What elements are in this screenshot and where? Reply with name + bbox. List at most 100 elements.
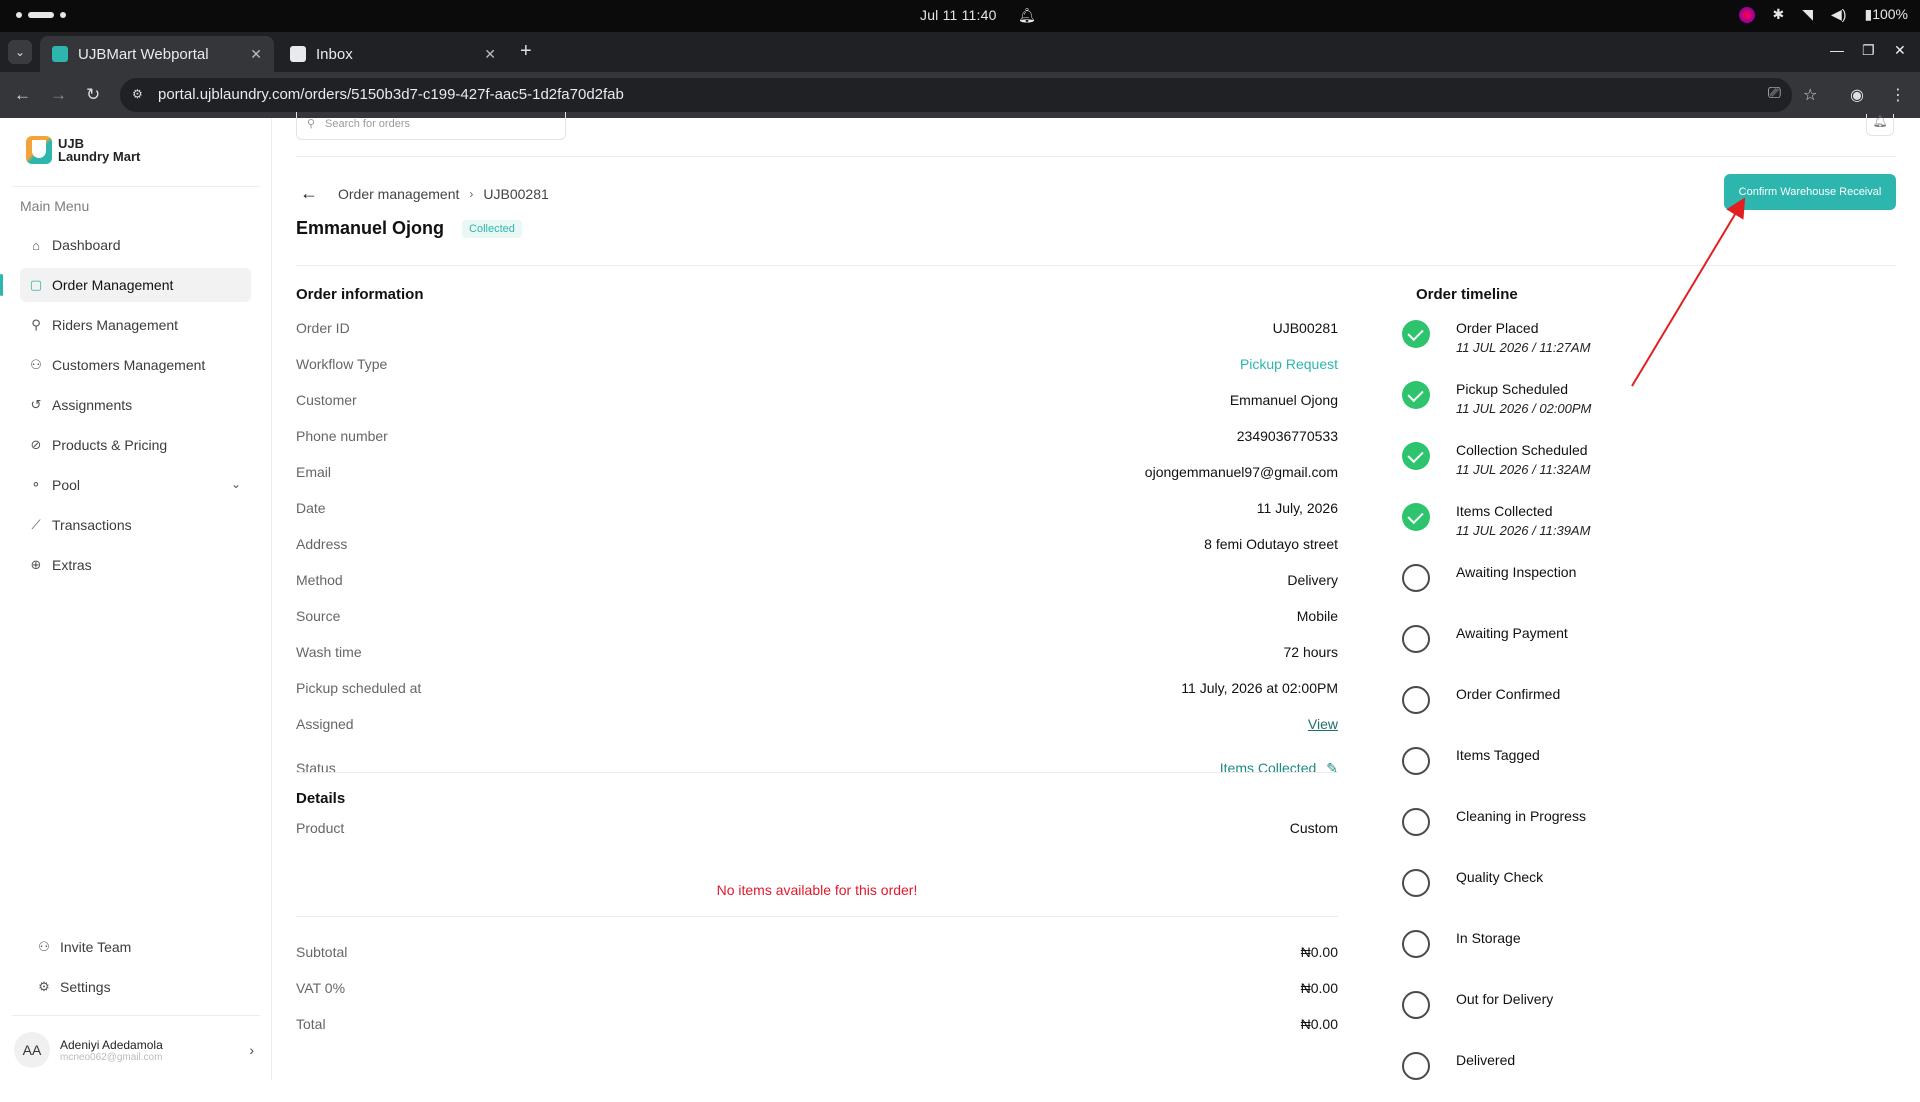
- row-value: 2349036770533: [1236, 428, 1338, 444]
- row-value: 72 hours: [1283, 644, 1338, 660]
- sidebar-item-order-management[interactable]: ▢ Order Management: [0, 268, 251, 302]
- sidebar-item-label: Order Management: [52, 277, 174, 293]
- notification-bell-icon[interactable]: 🔔︎: [1018, 7, 1036, 24]
- row-value: 11 July, 2026 at 02:00PM: [1181, 680, 1338, 696]
- back-arrow-icon[interactable]: ←: [300, 183, 318, 204]
- row-value: Pickup Request: [1239, 356, 1338, 372]
- status-badge: Collected: [462, 219, 522, 238]
- row-value: 11 July, 2026: [1256, 500, 1338, 516]
- maximize-icon[interactable]: ❐: [1862, 42, 1875, 59]
- site-info-icon[interactable]: ⚙: [132, 87, 148, 103]
- volume-icon[interactable]: ◀): [1831, 6, 1846, 23]
- users-icon: ⚇: [30, 357, 42, 372]
- profile-icon[interactable]: ◉: [1850, 85, 1864, 105]
- info-row-workflow-type: Workflow Type Pickup Request: [296, 356, 1338, 378]
- tab-search-button[interactable]: ⌄: [8, 40, 32, 64]
- menu-title: Main Menu: [20, 198, 90, 214]
- sidebar-item-settings[interactable]: ⚙ Settings: [28, 970, 248, 1004]
- timeline-step-label: Delivered: [1456, 1052, 1516, 1068]
- timeline-step-label: Quality Check: [1456, 869, 1544, 885]
- tab-ujbmart[interactable]: UJBMart Webportal ✕: [40, 36, 274, 72]
- empty-circle-icon: [1402, 564, 1430, 592]
- user-profile[interactable]: AA Adeniyi Adedamola mcneo062@gmail.com …: [14, 1030, 254, 1070]
- browser-menu-icon[interactable]: ⋮: [1890, 85, 1906, 105]
- breadcrumb-order-id: UJB00281: [483, 185, 549, 202]
- row-key: Wash time: [296, 644, 362, 660]
- divider: [296, 156, 1896, 157]
- battery-icon[interactable]: ▮100%: [1864, 6, 1908, 23]
- bookmark-star-icon[interactable]: ☆: [1803, 85, 1817, 105]
- info-row-customer: Customer Emmanuel Ojong: [296, 392, 1338, 414]
- info-row-order-id: Order ID UJB00281: [296, 320, 1338, 342]
- close-window-icon[interactable]: ✕: [1894, 42, 1906, 59]
- breadcrumb-order-management[interactable]: Order management: [338, 186, 459, 202]
- chevron-down-icon[interactable]: ⌄: [231, 477, 241, 491]
- app-indicator-icon[interactable]: [1738, 6, 1755, 23]
- browser-toolbar: ← → ↻ ⚙ portal.ujblaundry.com/orders/515…: [0, 72, 1920, 118]
- view-assigned-link[interactable]: View: [1308, 716, 1338, 732]
- url-text[interactable]: portal.ujblaundry.com/orders/5150b3d7-c1…: [158, 86, 624, 103]
- status-value: Items Collected: [1219, 760, 1317, 776]
- timeline-step-label: Items Collected: [1456, 503, 1553, 519]
- brand-logo[interactable]: UJB Laundry Mart: [26, 136, 140, 164]
- sidebar-item-extras[interactable]: ⊕ Extras: [20, 548, 251, 582]
- wifi-icon[interactable]: ◥: [1802, 6, 1813, 23]
- timeline-step-label: Order Placed: [1456, 320, 1539, 336]
- sidebar-item-invite-team[interactable]: ⚇ Invite Team: [28, 930, 248, 964]
- new-tab-button[interactable]: +: [520, 40, 532, 63]
- confirm-warehouse-receival-button[interactable]: Confirm Warehouse Receival: [1724, 174, 1896, 210]
- sidebar-item-label: Transactions: [52, 517, 132, 533]
- sidebar-bottom: ⚇ Invite Team ⚙ Settings: [28, 930, 248, 1010]
- sidebar-item-label: Products & Pricing: [52, 437, 168, 453]
- sidebar-item-products-pricing[interactable]: ⊘ Products & Pricing: [20, 428, 251, 462]
- sidebar-item-label: Invite Team: [60, 939, 132, 955]
- empty-circle-icon: [1402, 808, 1430, 836]
- row-key: Total: [296, 1016, 326, 1032]
- timeline-step-label: Collection Scheduled: [1456, 442, 1588, 458]
- tab-inbox[interactable]: Inbox ✕: [278, 36, 508, 72]
- sidebar-item-riders-management[interactable]: ⚲ Riders Management: [20, 308, 251, 342]
- workspace-indicator[interactable]: [16, 12, 66, 18]
- info-row-date: Date 11 July, 2026: [296, 500, 1338, 522]
- system-tray[interactable]: ✱ ◥ ◀) ▮100%: [1738, 6, 1908, 23]
- close-tab-icon[interactable]: ✕: [250, 46, 262, 63]
- logo-mark-icon: [26, 136, 52, 164]
- chevron-right-icon[interactable]: ›: [249, 1042, 254, 1058]
- timeline-step-label: Awaiting Inspection: [1456, 564, 1577, 580]
- address-bar[interactable]: ⚙ portal.ujblaundry.com/orders/5150b3d7-…: [120, 78, 1792, 112]
- minimize-icon[interactable]: —: [1830, 42, 1844, 58]
- close-tab-icon[interactable]: ✕: [484, 46, 496, 63]
- gear-icon: ⚙: [38, 979, 50, 994]
- timeline-step-label: Order Confirmed: [1456, 686, 1561, 702]
- sidebar-item-label: Extras: [52, 557, 92, 573]
- page-header: Emmanuel Ojong Collected: [296, 218, 522, 239]
- timeline-step: Collection Scheduled 11 JUL 2026 / 11:32A…: [1402, 442, 1742, 492]
- sidebar-item-dashboard[interactable]: ⌂ Dashboard: [20, 228, 251, 262]
- divider: [296, 772, 1338, 773]
- reload-icon[interactable]: ↻: [86, 85, 100, 105]
- pool-icon: ⚬: [30, 477, 42, 492]
- sidebar-item-transactions[interactable]: ⟋ Transactions: [20, 508, 251, 542]
- os-clock[interactable]: Jul 11 11:40: [920, 7, 997, 23]
- check-circle-icon: [1402, 503, 1430, 531]
- search-input[interactable]: ⚲ Search for orders: [296, 112, 566, 140]
- notification-bell-icon[interactable]: 🔔︎: [1866, 114, 1894, 136]
- timeline-step: Pickup Scheduled 11 JUL 2026 / 02:00PM: [1402, 381, 1742, 431]
- back-icon[interactable]: ←: [14, 85, 31, 105]
- edit-pencil-icon[interactable]: ✎: [1326, 760, 1338, 776]
- cast-icon[interactable]: ⎚: [1768, 85, 1781, 103]
- row-value: Mobile: [1296, 608, 1338, 624]
- timeline-step: In Storage: [1402, 930, 1742, 980]
- timeline-step: Cleaning in Progress: [1402, 808, 1742, 858]
- sidebar-item-customers-management[interactable]: ⚇ Customers Management: [20, 348, 251, 382]
- totals-row-vat: VAT 0% ₦0.00: [296, 980, 1338, 1002]
- row-key: Address: [296, 536, 348, 552]
- timeline-step-time: 11 JUL 2026 / 02:00PM: [1456, 401, 1592, 416]
- forward-icon[interactable]: →: [50, 85, 67, 105]
- row-key: Phone number: [296, 428, 388, 444]
- info-row-assigned: Assigned View: [296, 716, 1338, 738]
- empty-circle-icon: [1402, 991, 1430, 1019]
- sidebar-item-assignments[interactable]: ↺ Assignments: [20, 388, 251, 422]
- sidebar-item-pool[interactable]: ⚬ Pool ⌄: [20, 468, 251, 502]
- network-share-icon[interactable]: ✱: [1773, 6, 1785, 23]
